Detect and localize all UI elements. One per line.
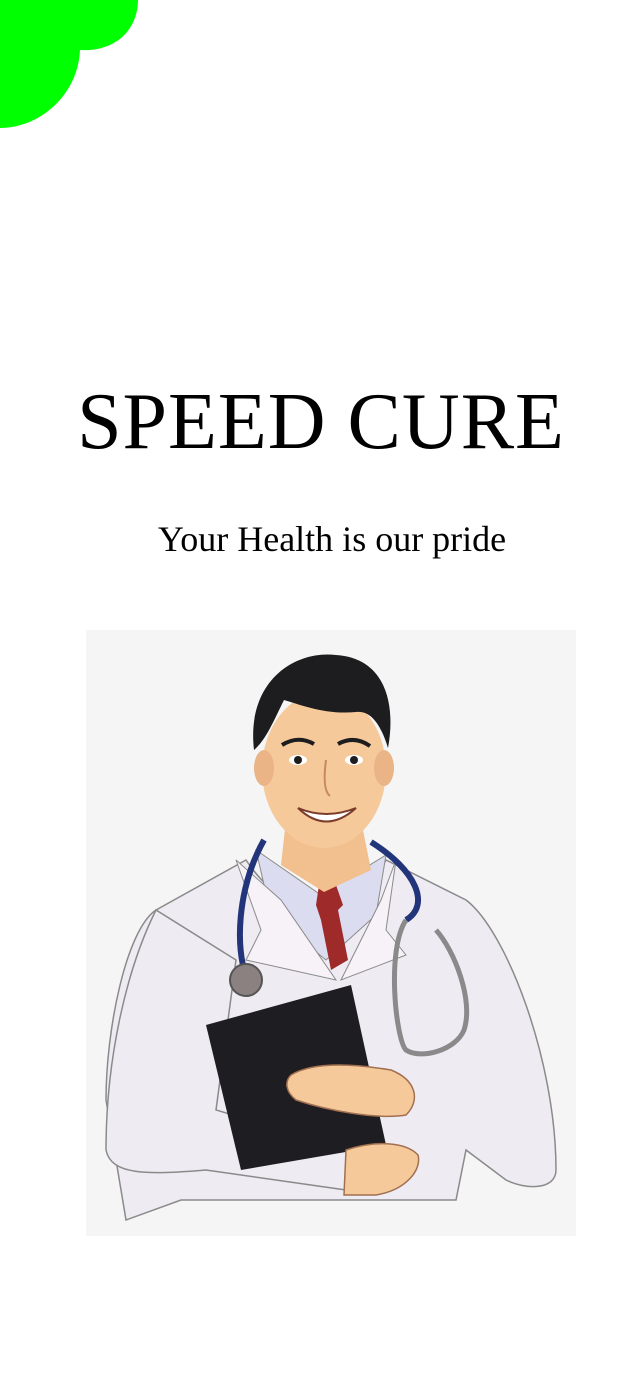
doctor-illustration [86, 630, 576, 1236]
corner-decoration-icon [0, 0, 138, 128]
app-title: SPEED CURE [77, 378, 565, 466]
doctor-icon [105, 654, 557, 1222]
app-tagline: Your Health is our pride [157, 519, 507, 559]
